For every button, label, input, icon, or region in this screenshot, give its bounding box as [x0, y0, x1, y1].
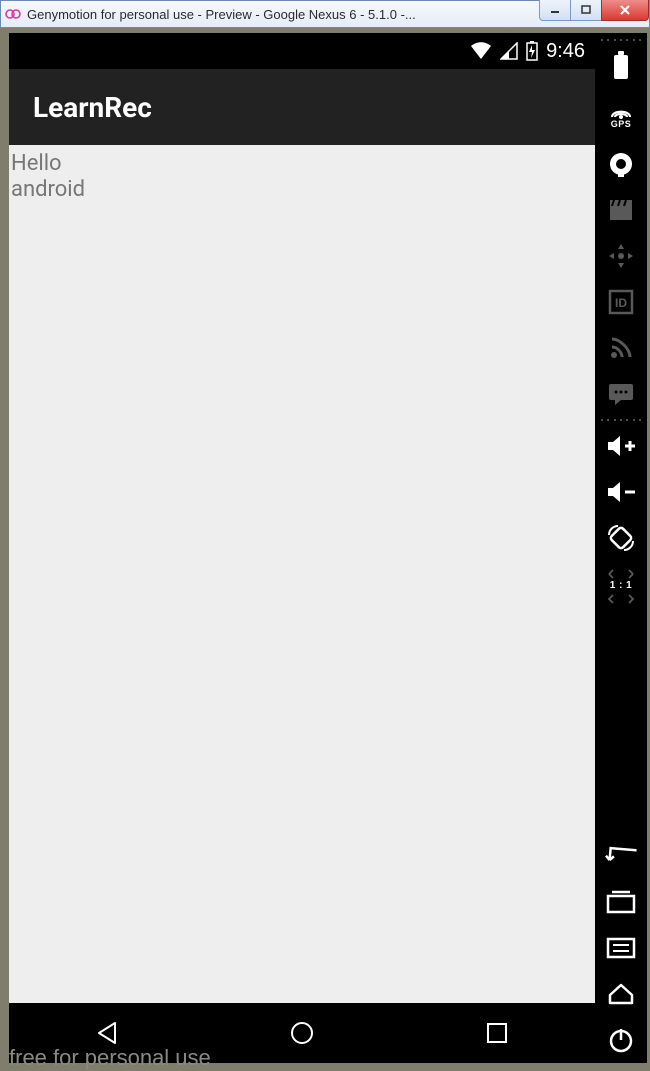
maximize-button[interactable]: [570, 0, 602, 21]
home-button[interactable]: [242, 1010, 362, 1056]
app-title: LearnRec: [33, 91, 152, 124]
dpad-tool[interactable]: [599, 236, 643, 276]
window-controls: [540, 0, 649, 21]
clapperboard-tool[interactable]: [599, 190, 643, 230]
sidebar-separator: [599, 417, 643, 423]
emulator-body: 9:46 LearnRec Hello android: [0, 28, 650, 1071]
minimize-button[interactable]: [539, 0, 571, 21]
volume-up-tool[interactable]: [599, 426, 643, 466]
footer-watermark: free for personal use: [9, 1043, 211, 1071]
sidebar-menu-button[interactable]: [599, 928, 643, 968]
sms-tool[interactable]: [599, 374, 643, 414]
status-time: 9:46: [546, 40, 585, 63]
content-line-1: Hello: [11, 151, 593, 177]
power-button[interactable]: [599, 1020, 643, 1060]
id-tool[interactable]: ID: [599, 282, 643, 322]
gps-tool[interactable]: GPS: [599, 92, 643, 138]
gps-label: GPS: [611, 119, 632, 129]
wifi-icon: [470, 42, 492, 60]
app-content: Hello android: [9, 145, 595, 1003]
recents-button[interactable]: [437, 1010, 557, 1056]
network-tool[interactable]: [599, 328, 643, 368]
device-screen: 9:46 LearnRec Hello android: [9, 33, 595, 1063]
emulator-sidebar: GPS ID 1 : 1: [595, 33, 647, 1063]
window-titlebar: Genymotion for personal use - Preview - …: [0, 0, 650, 28]
svg-text:ID: ID: [615, 296, 627, 310]
battery-charging-icon: [526, 41, 538, 61]
sidebar-back-button[interactable]: [599, 836, 643, 876]
sidebar-separator: [599, 37, 643, 43]
camera-tool[interactable]: [599, 144, 643, 184]
footer-text: free for personal use: [9, 1045, 211, 1071]
genymotion-icon: [5, 6, 21, 22]
rotate-tool[interactable]: [599, 518, 643, 558]
sidebar-home-button[interactable]: [599, 974, 643, 1014]
device-panel: 9:46 LearnRec Hello android: [9, 33, 595, 1063]
content-line-2: android: [11, 177, 593, 203]
volume-down-tool[interactable]: [599, 472, 643, 512]
app-action-bar: LearnRec: [9, 69, 595, 145]
android-status-bar: 9:46: [9, 33, 595, 69]
sidebar-recents-button[interactable]: [599, 882, 643, 922]
battery-tool[interactable]: [599, 46, 643, 86]
zoom-tool[interactable]: 1 : 1: [599, 564, 643, 608]
signal-icon: [500, 42, 518, 60]
close-button[interactable]: [601, 0, 649, 21]
